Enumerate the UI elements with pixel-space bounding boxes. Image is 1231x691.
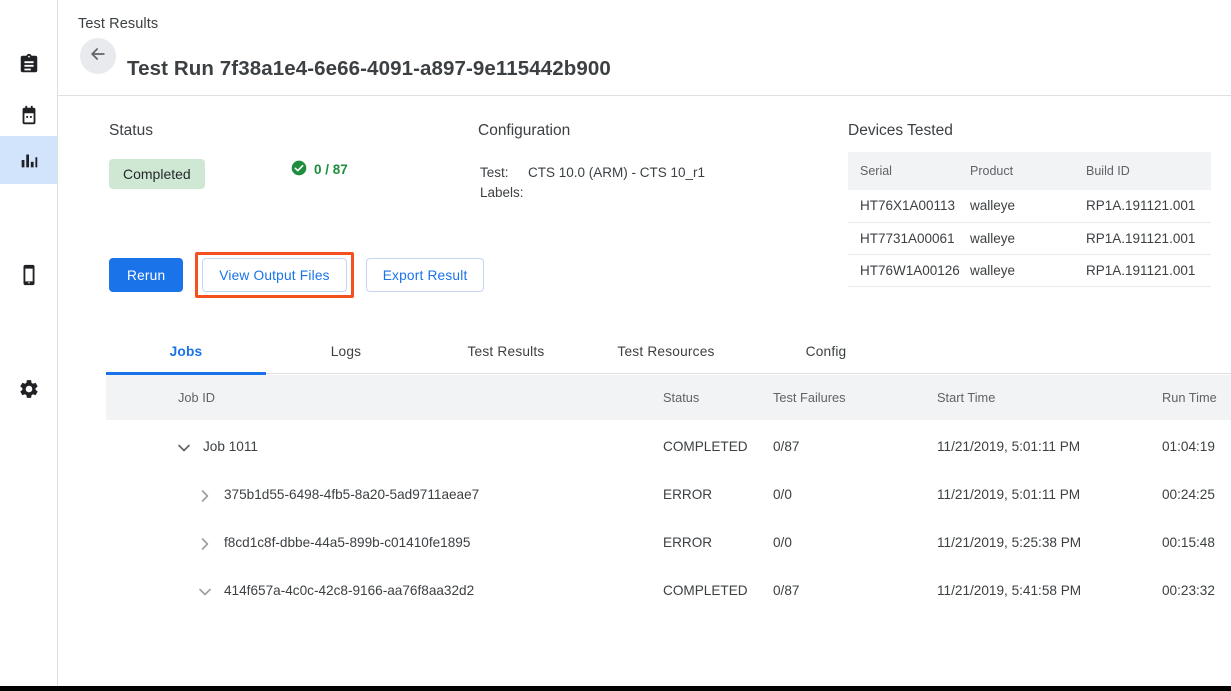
action-button-row: Rerun View Output Files Export Result xyxy=(109,252,484,298)
page-header: Test Results Test Run 7f38a1e4-6e66-4091… xyxy=(58,0,1231,96)
device-build-id: RP1A.191121.001 xyxy=(1086,254,1211,286)
tab-jobs[interactable]: Jobs xyxy=(106,328,266,374)
config-test-value: CTS 10.0 (ARM) - CTS 10_r1 xyxy=(528,165,705,180)
status-badge: Completed xyxy=(109,159,205,189)
page-title: Test Run 7f38a1e4-6e66-4091-a897-9e11544… xyxy=(127,57,611,81)
test-failure-summary: 0 / 87 xyxy=(291,160,348,179)
tab-logs[interactable]: Logs xyxy=(266,328,426,374)
job-status: ERROR xyxy=(663,535,712,550)
failure-count-text: 0 / 87 xyxy=(314,162,348,177)
sidebar-item-test-suites[interactable] xyxy=(0,40,57,88)
job-status: ERROR xyxy=(663,487,712,502)
jobs-table-header: Job ID Status Test Failures Start Time R… xyxy=(106,375,1231,420)
device-serial: HT76X1A00113 xyxy=(848,190,970,222)
test-run-details-page: Test Results Test Run 7f38a1e4-6e66-4091… xyxy=(0,0,1231,691)
main-content: Status Completed 0 / 87 Configuration Te… xyxy=(58,97,1231,686)
devices-table: Serial Product Build ID HT76X1A00113 wal… xyxy=(848,152,1211,287)
job-start-time: 11/21/2019, 5:01:11 PM xyxy=(937,439,1080,454)
jobs-col-start-time: Start Time xyxy=(937,390,995,405)
jobs-col-test-failures: Test Failures xyxy=(773,390,846,405)
device-serial: HT76W1A00126 xyxy=(848,254,970,286)
calendar-icon xyxy=(18,105,40,127)
job-failures: 0/0 xyxy=(773,487,792,502)
rerun-button[interactable]: Rerun xyxy=(109,258,183,292)
job-failures: 0/87 xyxy=(773,583,799,598)
job-failures: 0/0 xyxy=(773,535,792,550)
sidebar-item-devices[interactable] xyxy=(0,251,57,299)
export-result-button[interactable]: Export Result xyxy=(366,258,485,292)
status-heading: Status xyxy=(109,122,153,140)
job-run-time: 00:24:25 xyxy=(1162,487,1215,502)
job-id: f8cd1c8f-dbbe-44a5-899b-c01410fe1895 xyxy=(224,535,470,550)
jobs-col-run-time: Run Time xyxy=(1162,390,1217,405)
job-start-time: 11/21/2019, 5:25:38 PM xyxy=(937,535,1081,550)
breadcrumb: Test Results xyxy=(78,16,158,32)
job-id: 414f657a-4c0c-42c8-9166-aa76f8aa32d2 xyxy=(224,583,474,598)
chevron-down-icon[interactable] xyxy=(174,438,194,458)
tab-test-results[interactable]: Test Results xyxy=(426,328,586,374)
device-build-id: RP1A.191121.001 xyxy=(1086,222,1211,254)
job-status: COMPLETED xyxy=(663,583,748,598)
gear-icon xyxy=(18,378,40,400)
device-product: walleye xyxy=(970,222,1086,254)
table-row: HT7731A00061 walleye RP1A.191121.001 xyxy=(848,222,1211,254)
table-row[interactable]: 375b1d55-6498-4fb5-8a20-5ad9711aeae7 ERR… xyxy=(106,472,1231,520)
config-test-label: Test: xyxy=(480,165,509,180)
device-product: walleye xyxy=(970,190,1086,222)
bottom-bar xyxy=(0,686,1231,691)
table-row[interactable]: f8cd1c8f-dbbe-44a5-899b-c01410fe1895 ERR… xyxy=(106,520,1231,568)
table-row: HT76X1A00113 walleye RP1A.191121.001 xyxy=(848,190,1211,222)
sidebar-item-test-results[interactable] xyxy=(0,136,57,184)
job-run-time: 01:04:19 xyxy=(1162,439,1215,454)
job-id: 375b1d55-6498-4fb5-8a20-5ad9711aeae7 xyxy=(224,487,479,502)
device-build-id: RP1A.191121.001 xyxy=(1086,190,1211,222)
configuration-heading: Configuration xyxy=(478,122,570,140)
device-product: walleye xyxy=(970,254,1086,286)
sidebar-item-test-plans[interactable] xyxy=(0,92,57,140)
table-row[interactable]: 414f657a-4c0c-42c8-9166-aa76f8aa32d2 COM… xyxy=(106,568,1231,616)
view-output-files-button[interactable]: View Output Files xyxy=(202,258,346,292)
view-output-files-highlight: View Output Files xyxy=(195,252,353,298)
jobs-col-job-id: Job ID xyxy=(178,390,215,405)
job-failures: 0/87 xyxy=(773,439,799,454)
bar-chart-icon xyxy=(18,149,40,171)
sidebar-nav xyxy=(0,0,58,686)
table-row[interactable]: Job 1011 COMPLETED 0/87 11/21/2019, 5:01… xyxy=(106,424,1231,472)
tab-config[interactable]: Config xyxy=(746,328,906,374)
arrow-left-icon xyxy=(88,44,108,69)
job-run-time: 00:23:32 xyxy=(1162,583,1215,598)
devices-col-product: Product xyxy=(970,152,1086,190)
tab-test-resources[interactable]: Test Resources xyxy=(586,328,746,374)
jobs-col-status: Status xyxy=(663,390,699,405)
config-labels-label: Labels: xyxy=(480,185,524,200)
check-circle-icon xyxy=(291,160,307,179)
tab-bar: Jobs Logs Test Results Test Resources Co… xyxy=(106,328,1231,374)
job-id: Job 1011 xyxy=(203,439,258,454)
job-start-time: 11/21/2019, 5:01:11 PM xyxy=(937,487,1080,502)
job-run-time: 00:15:48 xyxy=(1162,535,1215,550)
device-icon xyxy=(18,264,40,286)
devices-tested-heading: Devices Tested xyxy=(848,122,953,140)
devices-col-serial: Serial xyxy=(848,152,970,190)
device-serial: HT7731A00061 xyxy=(848,222,970,254)
job-status: COMPLETED xyxy=(663,439,748,454)
table-row: HT76W1A00126 walleye RP1A.191121.001 xyxy=(848,254,1211,286)
back-button[interactable] xyxy=(80,38,116,74)
chevron-right-icon[interactable] xyxy=(195,534,215,554)
job-start-time: 11/21/2019, 5:41:58 PM xyxy=(937,583,1081,598)
sidebar-item-settings[interactable] xyxy=(0,365,57,413)
devices-col-build-id: Build ID xyxy=(1086,152,1211,190)
clipboard-icon xyxy=(18,53,40,75)
chevron-down-icon[interactable] xyxy=(195,582,215,602)
devices-table-header-row: Serial Product Build ID xyxy=(848,152,1211,190)
chevron-right-icon[interactable] xyxy=(195,486,215,506)
